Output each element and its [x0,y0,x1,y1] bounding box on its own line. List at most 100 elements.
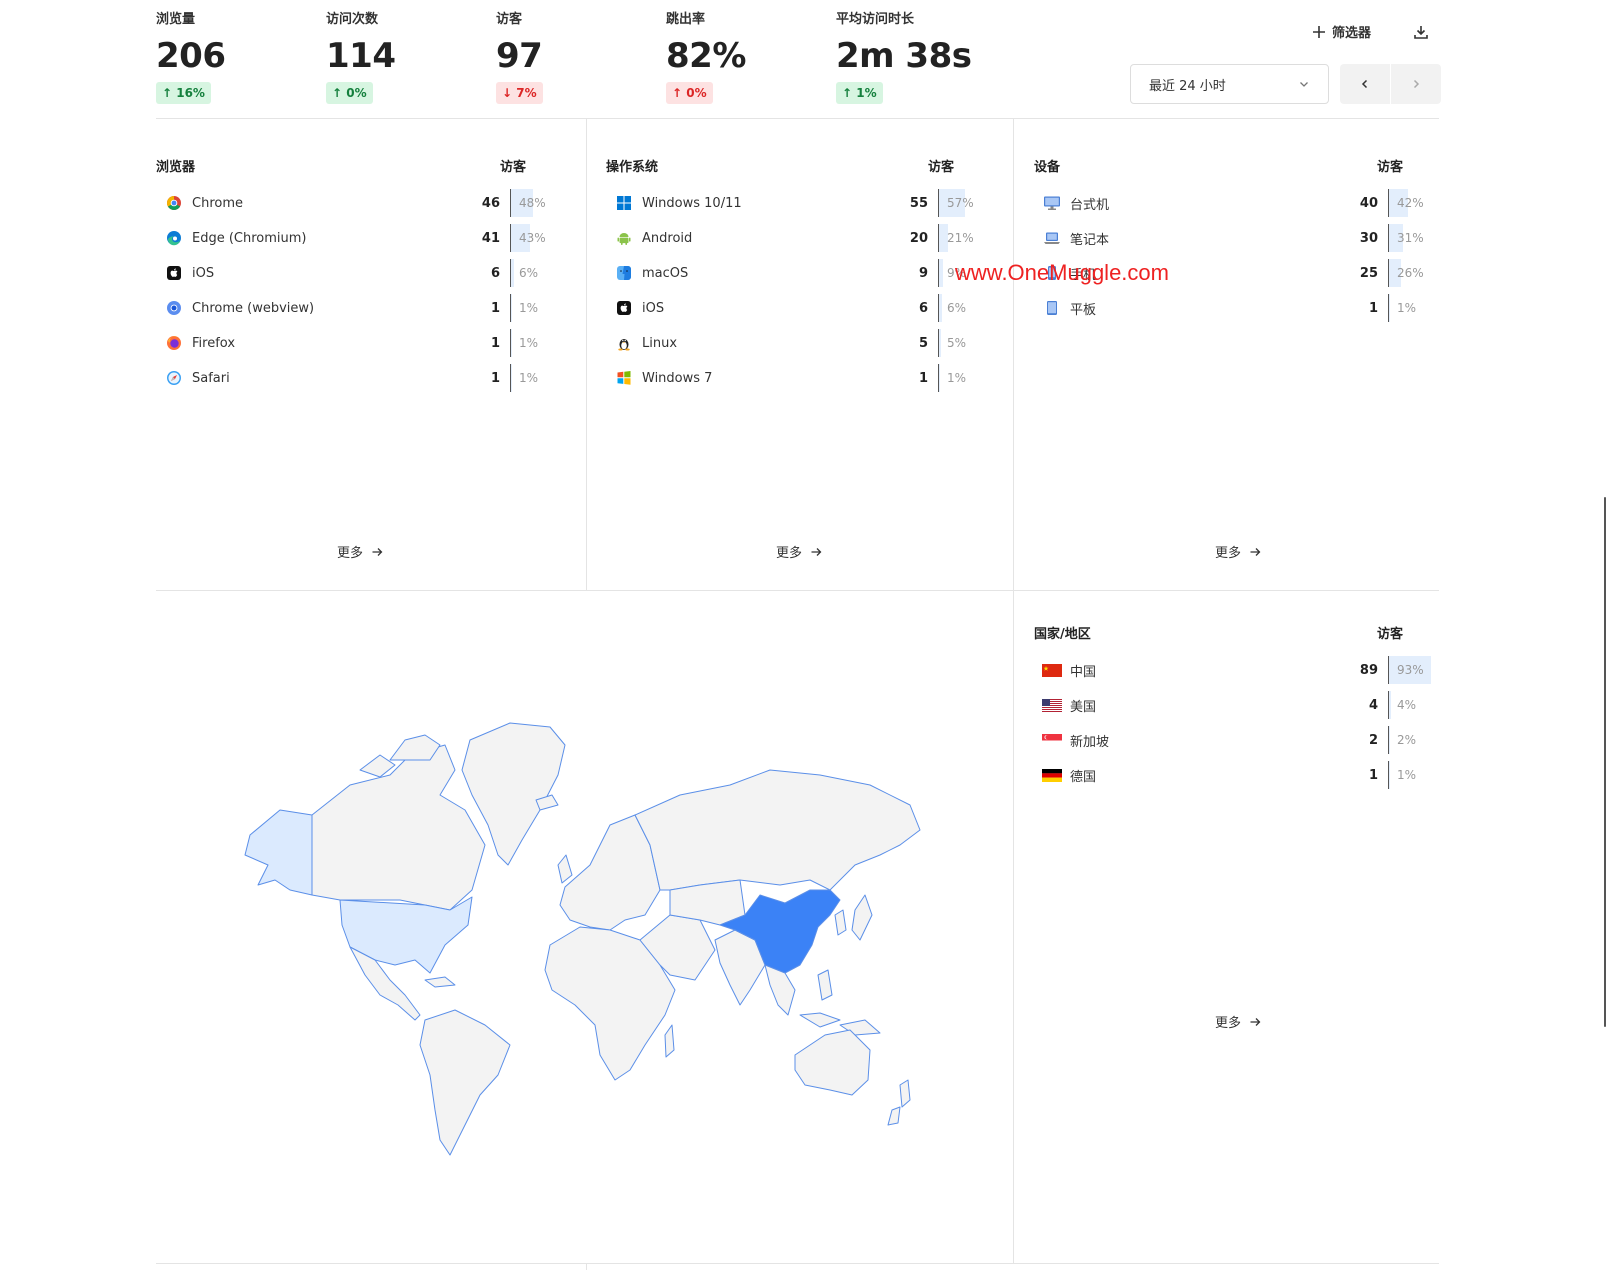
list-item[interactable]: 中国 89 93% [1042,656,1434,684]
previous-range-button[interactable] [1340,64,1390,104]
percent-bar: 9% [938,259,984,287]
percent-bar: 5% [938,329,984,357]
list-item-label: macOS [642,265,689,281]
chrome-icon [164,193,184,213]
list-item-count: 40 [1359,195,1378,211]
metric-value: 206 [156,36,226,76]
percent-value: 31% [1397,231,1424,245]
list-item-label: Edge (Chromium) [192,230,307,246]
list-item-count: 1 [1368,767,1378,783]
list-item[interactable]: 新加坡 2 2% [1042,726,1434,754]
percent-value: 1% [1397,301,1417,315]
android-icon [614,228,634,248]
list-item[interactable]: 手机 25 26% [1042,259,1434,287]
list-item[interactable]: iOS 6 6% [614,294,984,322]
list-item[interactable]: 美国 4 4% [1042,691,1434,719]
percent-value: 2% [1397,733,1417,747]
list-item-label: 德国 [1070,769,1097,785]
percent-bar: 4% [1388,691,1434,719]
list-item[interactable]: Linux 5 5% [614,329,984,357]
arrow-right-icon [372,547,383,556]
windows7-icon [614,368,634,388]
metric-visitors: 访客 97 ↓ 7% [496,10,656,104]
percent-value: 93% [1397,663,1424,677]
metric-visits: 访问次数 114 ↑ 0% [326,10,486,104]
map-country [799,1012,841,1028]
download-button[interactable] [1407,18,1435,46]
list-item[interactable]: iOS 6 6% [164,259,556,287]
metric-change-badge: ↑ 1% [836,82,883,104]
more-link-label: 更多 [1215,545,1242,560]
list-item-label: Firefox [192,335,236,351]
browser-more-link[interactable]: 更多 [333,540,387,563]
list-item-count: 89 [1359,662,1378,678]
metric-value: 2m 38s [836,36,972,76]
divider [156,118,1439,119]
list-item[interactable]: Safari 1 1% [164,364,556,392]
list-item-label: Android [642,230,693,246]
map-country [557,854,573,884]
list-item-label: Windows 7 [642,370,713,386]
metric-value: 97 [496,36,543,76]
list-item-count: 1 [490,370,500,386]
list-item-label: 台式机 [1070,197,1110,213]
next-range-button[interactable] [1391,64,1441,104]
desktop-icon [1042,193,1062,213]
map-country [899,1079,911,1108]
filter-button-label: 筛选器 [1332,25,1372,40]
percent-bar: 42% [1388,189,1434,217]
edge-icon [164,228,184,248]
list-item[interactable]: 笔记本 30 31% [1042,224,1434,252]
list-item-count: 1 [490,300,500,316]
list-item-count: 46 [481,195,500,211]
percent-value: 4% [1397,698,1417,712]
percent-bar: 21% [938,224,984,252]
apple-icon [164,263,184,283]
list-item-count: 1 [918,370,928,386]
list-item[interactable]: Chrome (webview) 1 1% [164,294,556,322]
panel-title: 国家/地区 [1034,627,1091,642]
flag-cn-icon [1042,660,1062,680]
mobile-icon [1042,263,1062,283]
list-item[interactable]: Edge (Chromium) 41 43% [164,224,556,252]
list-item[interactable]: macOS 9 9% [614,259,984,287]
device-more-link[interactable]: 更多 [1211,540,1265,563]
arrow-right-icon [1250,547,1261,556]
divider [586,118,587,590]
metric-change-badge: ↑ 0% [666,82,713,104]
list-item-label: 平板 [1070,302,1097,318]
percent-bar: 1% [510,294,556,322]
flag-us-icon [1042,695,1062,715]
metric-avg-duration: 平均访问时长 2m 38s ↑ 1% [836,10,996,104]
panel-title: 操作系统 [606,160,659,175]
divider [1013,118,1014,1263]
date-range-select[interactable]: 最近 24 小时 [1130,64,1329,104]
metric-label: 平均访问时长 [836,12,915,27]
list-item[interactable]: 平板 1 1% [1042,294,1434,322]
metric-label: 访客 [496,12,523,27]
list-item-count: 55 [909,195,928,211]
map-country [311,744,486,911]
list-item-label: Chrome [192,195,243,211]
percent-value: 26% [1397,266,1424,280]
percent-value: 1% [519,301,539,315]
percent-value: 5% [947,336,967,350]
arrow-right-icon [811,547,822,556]
panel-title: 浏览器 [156,160,196,175]
map-country [664,1024,675,1058]
list-item[interactable]: Windows 7 1 1% [614,364,984,392]
page-scrollbar[interactable] [1604,497,1606,1027]
percent-bar: 2% [1388,726,1434,754]
list-item[interactable]: Firefox 1 1% [164,329,556,357]
os-more-link[interactable]: 更多 [772,540,826,563]
list-item[interactable]: Android 20 21% [614,224,984,252]
list-item[interactable]: Chrome 46 48% [164,189,556,217]
world-map[interactable] [240,715,955,1175]
filter-button[interactable]: 筛选器 [1310,18,1373,45]
list-item[interactable]: Windows 10/11 55 57% [614,189,984,217]
list-item[interactable]: 德国 1 1% [1042,761,1434,789]
percent-value: 57% [947,196,974,210]
list-item[interactable]: 台式机 40 42% [1042,189,1434,217]
windows-icon [614,193,634,213]
country-more-link[interactable]: 更多 [1211,1010,1265,1033]
